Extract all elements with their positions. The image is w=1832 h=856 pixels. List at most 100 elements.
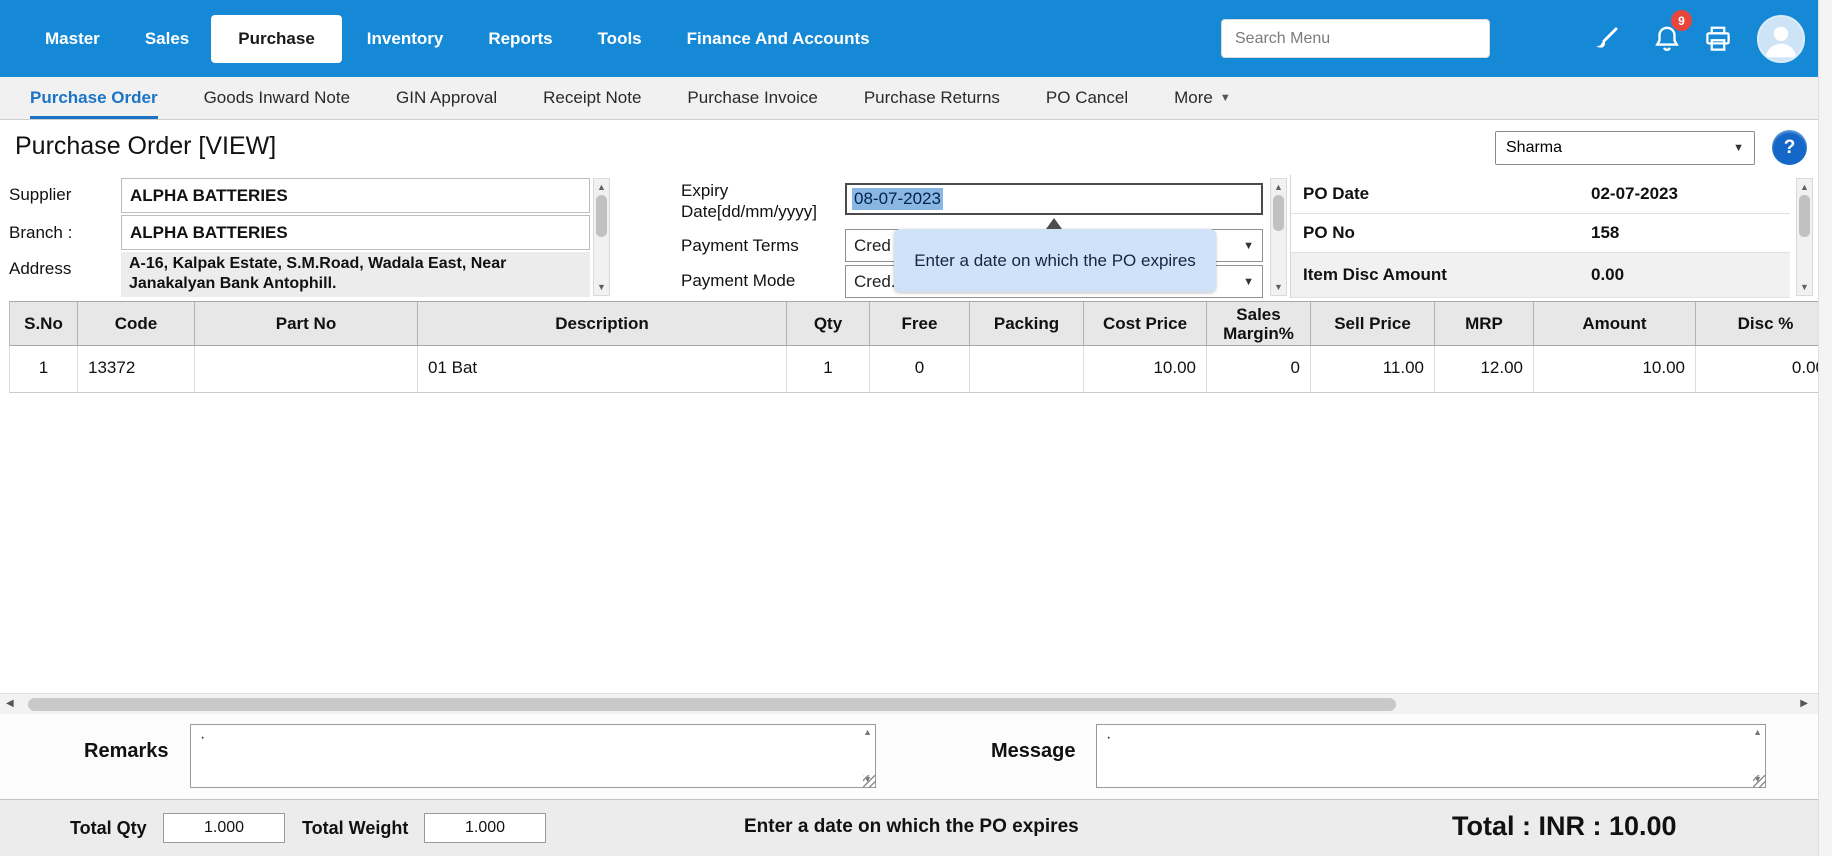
window-scrollbar[interactable] (1818, 0, 1832, 856)
nav-item-inventory[interactable]: Inventory (367, 29, 444, 49)
payment-terms-label: Payment Terms (681, 236, 799, 256)
nav-item-sales[interactable]: Sales (145, 29, 189, 49)
search-input[interactable] (1221, 19, 1490, 58)
tab-label: Receipt Note (543, 88, 641, 108)
chevron-down-icon: ▼ (1733, 142, 1744, 154)
scrollbar-thumb[interactable] (596, 195, 607, 237)
remarks-textarea[interactable]: · ▲ ▼ (190, 724, 876, 788)
scroll-left-icon[interactable]: ◀ (6, 698, 14, 709)
po-date-value: 02-07-2023 (1591, 184, 1678, 204)
address-label: Address (9, 259, 71, 279)
table-cell[interactable]: 01 Bat (418, 346, 787, 392)
po-date-row: PO Date 02-07-2023 (1291, 175, 1790, 214)
table-header-cell: Description (418, 302, 787, 345)
po-no-value: 158 (1591, 223, 1619, 243)
tab-purchase-order[interactable]: Purchase Order (30, 77, 158, 119)
footer-bar: Total Qty Total Weight Enter a date on w… (0, 799, 1818, 856)
left-column-scrollbar[interactable]: ▲ ▼ (593, 178, 610, 296)
total-qty-label: Total Qty (70, 818, 147, 839)
table-cell[interactable]: 1 (10, 346, 78, 392)
table-cell[interactable]: 1 (787, 346, 870, 392)
scroll-up-icon[interactable]: ▲ (1271, 182, 1286, 192)
right-column-scrollbar[interactable]: ▲ ▼ (1796, 178, 1813, 296)
user-dropdown[interactable]: Sharma ▼ (1495, 131, 1755, 165)
po-no-row: PO No 158 (1291, 214, 1790, 253)
table-body: 11337201 Bat1010.00011.0012.0010.000.00 (9, 346, 1832, 393)
expiry-date-label: Expiry Date[dd/mm/yyyy] (681, 180, 843, 222)
status-text: Enter a date on which the PO expires (744, 816, 1079, 838)
theme-brush-icon[interactable] (1589, 22, 1623, 56)
tab-label: PO Cancel (1046, 88, 1128, 108)
nav-item-tools[interactable]: Tools (598, 29, 642, 49)
scroll-right-icon[interactable]: ▶ (1800, 698, 1808, 709)
table-cell[interactable]: 10.00 (1084, 346, 1207, 392)
middle-column-scrollbar[interactable]: ▲ ▼ (1270, 178, 1287, 296)
print-icon[interactable] (1701, 22, 1735, 56)
resize-grip-icon[interactable] (863, 775, 876, 788)
table-header-cell: Code (78, 302, 195, 345)
address-value[interactable]: A-16, Kalpak Estate, S.M.Road, Wadala Ea… (121, 252, 590, 297)
chevron-down-icon: ▼ (1243, 240, 1254, 252)
nav-item-reports[interactable]: Reports (488, 29, 552, 49)
message-label: Message (991, 740, 1076, 763)
tab-label: More (1174, 88, 1213, 108)
total-qty-input[interactable] (163, 813, 285, 843)
tab-more[interactable]: More▼ (1174, 77, 1231, 119)
tab-receipt-note[interactable]: Receipt Note (543, 77, 641, 119)
user-dropdown-value: Sharma (1506, 139, 1562, 157)
supplier-value[interactable]: ALPHA BATTERIES (121, 178, 590, 213)
nav-item-purchase-active[interactable]: Purchase (211, 15, 342, 63)
table-cell[interactable] (970, 346, 1084, 392)
scrollbar-thumb[interactable] (1799, 195, 1810, 237)
scroll-up-icon[interactable]: ▲ (863, 727, 872, 737)
branch-value[interactable]: ALPHA BATTERIES (121, 215, 590, 250)
table-cell[interactable]: 10.00 (1534, 346, 1696, 392)
tab-purchase-returns[interactable]: Purchase Returns (864, 77, 1000, 119)
tab-goods-inward-note[interactable]: Goods Inward Note (204, 77, 350, 119)
table-cell[interactable]: 0 (870, 346, 970, 392)
expiry-date-input[interactable]: 08-07-2023 (845, 183, 1263, 215)
table-row[interactable]: 11337201 Bat1010.00011.0012.0010.000.00 (9, 346, 1832, 393)
nav-item-finance-and-accounts[interactable]: Finance And Accounts (687, 29, 870, 49)
tab-gin-approval[interactable]: GIN Approval (396, 77, 497, 119)
payment-terms-value: Cred (854, 236, 891, 256)
scroll-down-icon[interactable]: ▼ (594, 282, 609, 292)
table-cell[interactable]: 13372 (78, 346, 195, 392)
table-header-cell: S.No (10, 302, 78, 345)
hscroll-thumb[interactable] (28, 698, 1396, 711)
table-cell[interactable]: 11.00 (1311, 346, 1435, 392)
resize-grip-icon[interactable] (1753, 775, 1766, 788)
table-header-cell: Cost Price (1084, 302, 1207, 345)
table-header-cell: MRP (1435, 302, 1534, 345)
scroll-down-icon[interactable]: ▼ (1797, 282, 1812, 292)
nav-item-master[interactable]: Master (45, 29, 100, 49)
table-header-row: S.NoCodePart NoDescriptionQtyFreePacking… (9, 301, 1832, 346)
tab-label: Goods Inward Note (204, 88, 350, 108)
top-navbar: Master Sales Purchase Inventory Reports … (0, 0, 1818, 77)
table-header-cell: Qty (787, 302, 870, 345)
table-cell[interactable] (195, 346, 418, 392)
total-weight-input[interactable] (424, 813, 546, 843)
total-weight-label: Total Weight (302, 818, 408, 839)
help-button[interactable]: ? (1772, 130, 1807, 165)
tab-label: Purchase Returns (864, 88, 1000, 108)
table-cell[interactable]: 0.00 (1696, 346, 1832, 392)
message-textarea[interactable]: · ▲ ▼ (1096, 724, 1766, 788)
scroll-up-icon[interactable]: ▲ (1753, 727, 1762, 737)
purchase-order-page: Master Sales Purchase Inventory Reports … (0, 0, 1832, 856)
table-cell[interactable]: 0 (1207, 346, 1311, 392)
scrollbar-thumb[interactable] (1273, 195, 1284, 231)
user-avatar[interactable] (1757, 15, 1805, 63)
scroll-up-icon[interactable]: ▲ (594, 182, 609, 192)
tab-label: Purchase Order (30, 88, 158, 108)
notification-badge: 9 (1671, 10, 1692, 31)
tooltip-arrow-icon (1046, 218, 1062, 229)
tab-po-cancel[interactable]: PO Cancel (1046, 77, 1128, 119)
table-header-cell: Part No (195, 302, 418, 345)
table-cell[interactable]: 12.00 (1435, 346, 1534, 392)
tab-purchase-invoice[interactable]: Purchase Invoice (687, 77, 817, 119)
scroll-down-icon[interactable]: ▼ (1271, 282, 1286, 292)
table-header-cell: Sales Margin% (1207, 302, 1311, 345)
horizontal-scrollbar[interactable]: ◀ ▶ (0, 693, 1818, 714)
scroll-up-icon[interactable]: ▲ (1797, 182, 1812, 192)
